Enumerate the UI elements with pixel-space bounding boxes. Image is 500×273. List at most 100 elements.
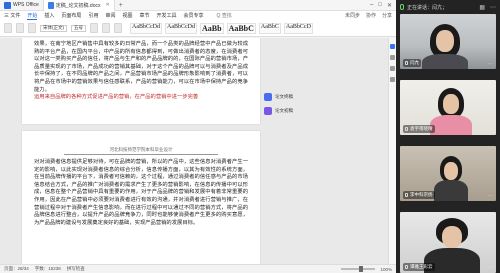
- meeting-header: 正在讲话：闫亢； ▦ ⋯: [396, 0, 500, 14]
- new-tab-button[interactable]: +: [115, 0, 127, 11]
- participant-name: 谭雅王彩云: [410, 264, 433, 269]
- underline-icon[interactable]: [114, 23, 122, 33]
- more-icon[interactable]: ⋯: [490, 4, 496, 11]
- word-count[interactable]: 字数：15238: [35, 266, 61, 272]
- comment-item[interactable]: 论文终稿: [264, 93, 314, 101]
- search-button[interactable]: Q 查找: [217, 12, 232, 19]
- video-tile[interactable]: 谭雅王彩云 ⋯: [400, 212, 496, 273]
- collaborate-button[interactable]: 协作: [366, 12, 376, 19]
- menu-chapter[interactable]: 章节: [139, 12, 149, 19]
- style-heading-3[interactable]: AaBbC: [258, 22, 281, 34]
- participant-name-tag: 闫亢: [403, 59, 421, 67]
- status-bar: 页面：28/34 字数：15238 拼写检查 100%: [0, 264, 396, 273]
- video-tile[interactable]: 袁宇南晓晴 ⋯: [400, 80, 496, 135]
- tile-more-icon[interactable]: ⋯: [488, 193, 493, 199]
- style-heading-4[interactable]: AaBbCcD: [283, 22, 313, 34]
- tile-more-icon[interactable]: ⋯: [488, 265, 493, 271]
- spell-check-status[interactable]: 拼写检查: [67, 266, 85, 272]
- tab-document[interactable]: 定稿_论文初稿.docx ✕: [42, 0, 115, 11]
- comment-panel: 论文终稿 论文初稿: [264, 93, 314, 121]
- zoom-level[interactable]: 100%: [380, 267, 392, 272]
- menu-insert[interactable]: 插入: [44, 12, 54, 19]
- tab-label: WPS Office: [13, 2, 39, 8]
- mic-icon: [405, 61, 408, 65]
- title-bar: WPS Office 定稿_论文初稿.docx ✕ + – □ ✕: [0, 0, 396, 11]
- speaking-label: 正在讲话：闫亢；: [407, 4, 448, 11]
- italic-icon[interactable]: [102, 23, 110, 33]
- shapes-icon[interactable]: [390, 66, 395, 71]
- comment-label: 论文初稿: [275, 108, 293, 113]
- status-right: 100%: [341, 266, 392, 272]
- menu-developer[interactable]: 开发工具: [157, 12, 177, 19]
- cut-icon[interactable]: [16, 23, 24, 33]
- tab-wps-home[interactable]: WPS Office: [0, 0, 43, 11]
- comment-label: 论文终稿: [275, 94, 293, 99]
- minimize-icon[interactable]: –: [370, 2, 373, 9]
- menu-member[interactable]: 会员专享: [184, 12, 204, 19]
- close-icon[interactable]: ✕: [387, 2, 392, 9]
- menu-view[interactable]: 视图: [122, 12, 132, 19]
- font-name-select[interactable]: 宋体(正文): [40, 24, 67, 32]
- menu-file[interactable]: 三 文件: [4, 12, 20, 19]
- sync-status[interactable]: 未同步: [345, 12, 360, 19]
- settings-icon[interactable]: [390, 77, 395, 82]
- participant-name-tag: 谭雅王彩云: [403, 263, 435, 271]
- mic-icon: [405, 265, 408, 269]
- menu-home[interactable]: 开始: [27, 12, 38, 20]
- wps-logo-icon: [4, 1, 11, 9]
- participant-name-tag: 李中科宗扬: [403, 191, 435, 199]
- participant-name: 袁宇南晓晴: [410, 126, 433, 131]
- comment-item[interactable]: 论文初稿: [264, 107, 314, 115]
- grid-view-icon[interactable]: ▦: [479, 4, 485, 11]
- edit-icon[interactable]: [390, 44, 395, 49]
- page-indicator[interactable]: 页面：28/34: [4, 266, 29, 272]
- select-icon[interactable]: [390, 55, 395, 60]
- paste-icon[interactable]: [4, 23, 12, 33]
- wps-window: WPS Office 定稿_论文初稿.docx ✕ + – □ ✕ 三 文件 开…: [0, 0, 396, 273]
- participant-name: 李中科宗扬: [410, 192, 433, 197]
- maximize-icon[interactable]: □: [378, 2, 382, 9]
- tab-label: 定稿_论文初稿.docx: [55, 2, 101, 9]
- video-tile[interactable]: 李中科宗扬 ⋯: [400, 146, 496, 201]
- window-controls: – □ ✕: [370, 2, 396, 9]
- menu-page-layout[interactable]: 页面布局: [61, 12, 81, 19]
- document-page[interactable]: 效果，在南宁地区产销售中具有较多的日常产品，而一个品类的品牌经营中产品已做为较成…: [22, 38, 260, 124]
- page-header: 河北科技师范学院本科毕业设计: [64, 147, 218, 155]
- bold-icon[interactable]: [90, 23, 98, 33]
- menu-references[interactable]: 引用: [88, 12, 98, 19]
- speaking-mic-icon: [400, 4, 404, 10]
- tile-more-icon[interactable]: ⋯: [488, 61, 493, 67]
- menu-review[interactable]: 审阅: [105, 12, 115, 19]
- style-heading-2[interactable]: AaBbC: [226, 22, 256, 34]
- participant-name: 闫亢: [410, 60, 419, 65]
- participant-name-tag: 袁宇南晓晴: [403, 125, 435, 133]
- style-heading-1[interactable]: AaBb: [200, 22, 224, 34]
- share-button[interactable]: 分享: [382, 12, 392, 19]
- comment-icon: [264, 93, 272, 101]
- comment-icon: [264, 107, 272, 115]
- style-gallery: AaBbCcDd AaBbCcDd AaBb AaBbC AaBbC AaBbC…: [130, 22, 313, 34]
- font-size-select[interactable]: 五号: [71, 24, 86, 32]
- document-page[interactable]: 河北科技师范学院本科毕业设计 对对消费者信息提供足够对待，可在品牌的营销，所以的…: [22, 131, 260, 264]
- body-paragraph[interactable]: 效果，在南宁地区产销售中具有较多的日常产品，而一个品类的品牌经营中产品已做为较成…: [34, 41, 248, 94]
- ribbon-toolbar: 宋体(正文) 五号 AaBbCcDd AaBbCcDd AaBb AaBbC A…: [0, 20, 396, 37]
- style-body[interactable]: AaBbCcDd: [165, 22, 197, 34]
- meeting-controls: ▦ ⋯: [479, 4, 500, 11]
- close-tab-icon[interactable]: ✕: [105, 2, 109, 8]
- document-icon: [47, 1, 54, 9]
- menu-right-group: 未同步 协作 分享: [345, 12, 396, 19]
- highlighted-paragraph[interactable]: 运用来自品牌的各种方式促进产品的营销，在产品的营销中进一步完善: [34, 94, 248, 102]
- tile-more-icon[interactable]: ⋯: [488, 127, 493, 133]
- plus-icon: +: [118, 1, 123, 9]
- style-normal[interactable]: AaBbCcDd: [130, 22, 162, 34]
- zoom-slider[interactable]: [341, 266, 376, 272]
- mic-icon: [405, 193, 408, 197]
- body-paragraph[interactable]: 对对消费者信息提供足够对待，可在品牌的营销，所以的产品中，这些信息对消费者产生一…: [34, 159, 248, 227]
- meeting-panel: 正在讲话：闫亢； ▦ ⋯ 闫亢 ⋯ 袁宇南晓晴 ⋯ 李中科宗扬 ⋯ 谭雅王彩云 …: [396, 0, 500, 273]
- video-tile[interactable]: 闫亢 ⋯: [400, 14, 496, 69]
- mic-icon: [405, 127, 408, 131]
- menu-bar: 三 文件 开始 插入 页面布局 引用 审阅 视图 章节 开发工具 会员专享 Q …: [0, 11, 396, 20]
- right-side-panel: [388, 38, 396, 264]
- format-painter-icon[interactable]: [28, 23, 36, 33]
- document-area[interactable]: 效果，在南宁地区产销售中具有较多的日常产品，而一个品类的品牌经营中产品已做为较成…: [0, 38, 390, 264]
